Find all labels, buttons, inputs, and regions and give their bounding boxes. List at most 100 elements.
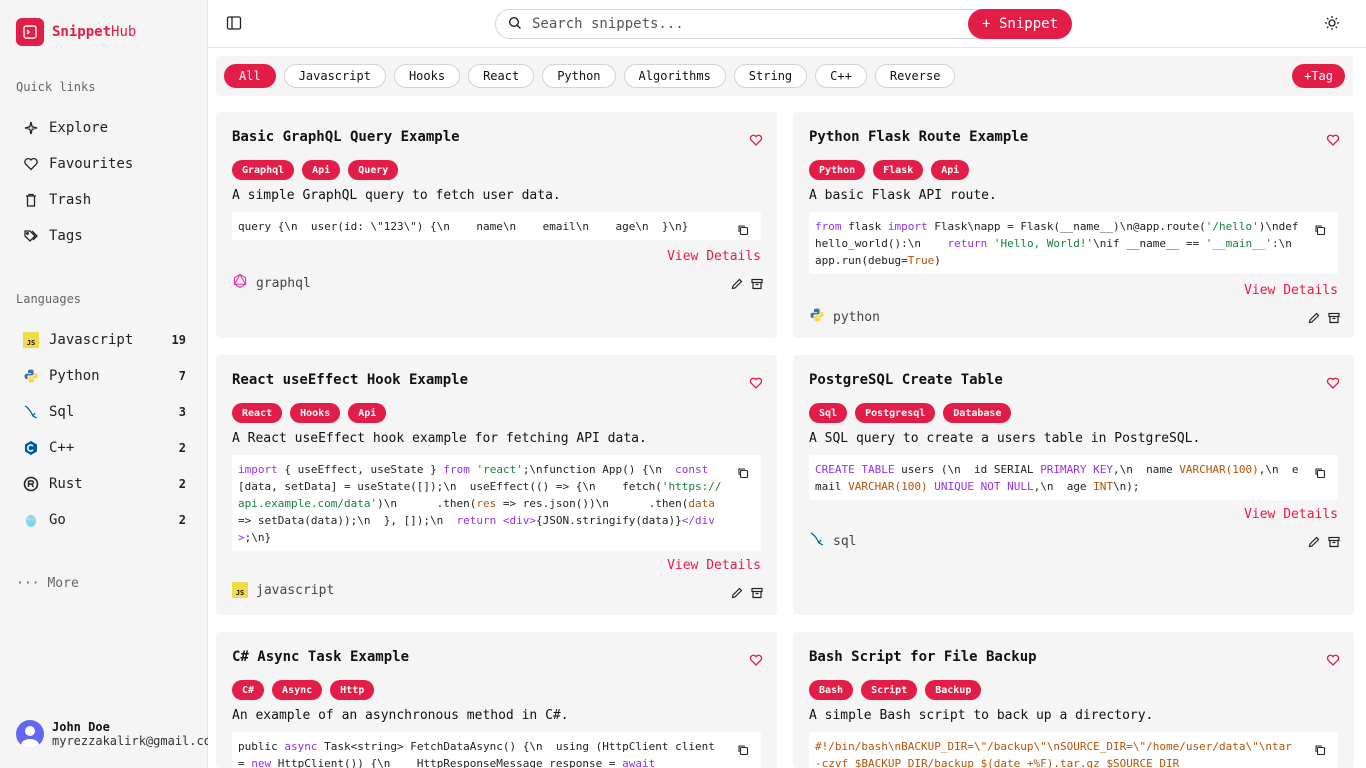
snippet-card: Basic GraphQL Query Example Graphql Api … (216, 112, 777, 338)
nav-tags[interactable]: Tags (22, 224, 186, 248)
lang-python[interactable]: Python 7 (22, 364, 186, 388)
copy-icon[interactable] (1314, 224, 1326, 236)
add-tag-button[interactable]: +Tag (1292, 64, 1345, 88)
snippet-card: C# Async Task Example C# Async Http An e… (216, 632, 777, 768)
lang-cpp[interactable]: C++ 2 (22, 436, 186, 460)
snippet-language: JS javascript (232, 582, 334, 598)
copy-icon[interactable] (737, 467, 749, 479)
tag-filter-string[interactable]: String (733, 64, 808, 88)
tag-filter-cpp[interactable]: C++ (815, 64, 867, 88)
lang-count: 3 (178, 405, 186, 419)
nav-label: Tags (49, 228, 83, 244)
user-email: myrezzakalirk@gmail.com (52, 734, 208, 748)
tag-filter-all[interactable]: All (224, 64, 276, 88)
snippet-language: sql (809, 531, 856, 551)
snippet-tag[interactable]: Bash (809, 680, 854, 700)
more-button[interactable]: ··· More (16, 576, 79, 591)
archive-icon[interactable] (751, 584, 763, 599)
snippet-title: Bash Script for File Backup (809, 649, 1037, 665)
tags-icon (22, 227, 40, 245)
copy-icon[interactable] (737, 224, 749, 236)
language-label: python (833, 309, 880, 325)
lang-label: Rust (49, 476, 83, 492)
lang-javascript[interactable]: JS Javascript 19 (22, 328, 186, 352)
view-details-link[interactable]: View Details (1244, 283, 1338, 298)
more-label: More (47, 576, 79, 591)
main-content: + Snippet All Javascript Hooks React Pyt… (208, 0, 1366, 768)
snippet-tag[interactable]: React (232, 403, 283, 423)
copy-icon[interactable] (1314, 744, 1326, 756)
javascript-icon: JS (22, 331, 40, 349)
snippet-tag[interactable]: Query (348, 160, 399, 180)
snippet-tag[interactable]: Hooks (290, 403, 341, 423)
nav-trash[interactable]: Trash (22, 188, 186, 212)
snippet-card: PostgreSQL Create Table Sql Postgresql D… (793, 355, 1354, 615)
python-icon (809, 307, 825, 327)
snippet-card: Python Flask Route Example Python Flask … (793, 112, 1354, 338)
sidebar-toggle-icon[interactable] (226, 15, 244, 33)
snippet-tag[interactable]: Flask (873, 160, 924, 180)
heart-icon (22, 155, 40, 173)
snippet-tag[interactable]: Sql (809, 403, 848, 423)
heart-icon[interactable] (749, 132, 763, 146)
ellipsis-icon: ··· (16, 576, 40, 591)
snippet-tag[interactable]: Api (931, 160, 970, 180)
snippet-tag[interactable]: Async (272, 680, 323, 700)
tag-filter-bar: All Javascript Hooks React Python Algori… (216, 56, 1353, 96)
snippet-tag[interactable]: Http (330, 680, 375, 700)
heart-icon[interactable] (749, 652, 763, 666)
view-details-link[interactable]: View Details (667, 249, 761, 264)
lang-go[interactable]: Go 2 (22, 508, 186, 532)
pencil-icon[interactable] (731, 584, 743, 599)
pencil-icon[interactable] (1308, 533, 1320, 548)
language-label: javascript (256, 582, 335, 598)
heart-icon[interactable] (1326, 132, 1340, 146)
snippet-tag[interactable]: Api (302, 160, 341, 180)
tag-filter-reverse[interactable]: Reverse (874, 64, 956, 88)
brand-name: SnippetHub (52, 24, 137, 40)
view-details-link[interactable]: View Details (1244, 507, 1338, 522)
nav-favourites[interactable]: Favourites (22, 152, 186, 176)
copy-icon[interactable] (737, 744, 749, 756)
pencil-icon[interactable] (731, 275, 743, 290)
tag-filter-javascript[interactable]: Javascript (283, 64, 386, 88)
copy-icon[interactable] (1314, 467, 1326, 479)
snippet-tag[interactable]: C# (232, 680, 265, 700)
pencil-icon[interactable] (1308, 309, 1320, 324)
trash-icon (22, 191, 40, 209)
tag-filter-python[interactable]: Python (542, 64, 616, 88)
heart-icon[interactable] (749, 375, 763, 389)
archive-icon[interactable] (1328, 533, 1340, 548)
new-snippet-button[interactable]: + Snippet (968, 9, 1072, 39)
view-details-link[interactable]: View Details (667, 558, 761, 573)
snippet-tag[interactable]: Api (348, 403, 387, 423)
snippet-title: React useEffect Hook Example (232, 372, 469, 388)
brand[interactable]: SnippetHub (16, 18, 136, 46)
lang-rust[interactable]: Rust 2 (22, 472, 186, 496)
snippet-tags: Bash Script Backup (809, 680, 982, 700)
snippet-actions (731, 275, 763, 290)
search-input[interactable] (532, 16, 952, 32)
snippet-tag[interactable]: Backup (925, 680, 982, 700)
user-profile[interactable]: John Doe myrezzakalirk@gmail.com (16, 720, 208, 748)
snippet-tag[interactable]: Graphql (232, 160, 295, 180)
archive-icon[interactable] (751, 275, 763, 290)
snippet-tag[interactable]: Python (809, 160, 866, 180)
nav-explore[interactable]: Explore (22, 116, 186, 140)
snippet-tag[interactable]: Database (943, 403, 1012, 423)
archive-icon[interactable] (1328, 309, 1340, 324)
lang-sql[interactable]: Sql 3 (22, 400, 186, 424)
snippet-tag[interactable]: Script (861, 680, 918, 700)
tag-filter-react[interactable]: React (468, 64, 535, 88)
heart-icon[interactable] (1326, 652, 1340, 666)
snippet-title: PostgreSQL Create Table (809, 372, 1003, 388)
tag-filter-algorithms[interactable]: Algorithms (623, 64, 726, 88)
python-icon (22, 367, 40, 385)
snippet-tag[interactable]: Postgresql (855, 403, 936, 423)
heart-icon[interactable] (1326, 375, 1340, 389)
sun-icon[interactable] (1324, 15, 1342, 33)
tag-filter-hooks[interactable]: Hooks (393, 64, 461, 88)
lang-count: 2 (178, 441, 186, 455)
lang-count: 2 (178, 477, 186, 491)
snippet-card: React useEffect Hook Example React Hooks… (216, 355, 777, 615)
